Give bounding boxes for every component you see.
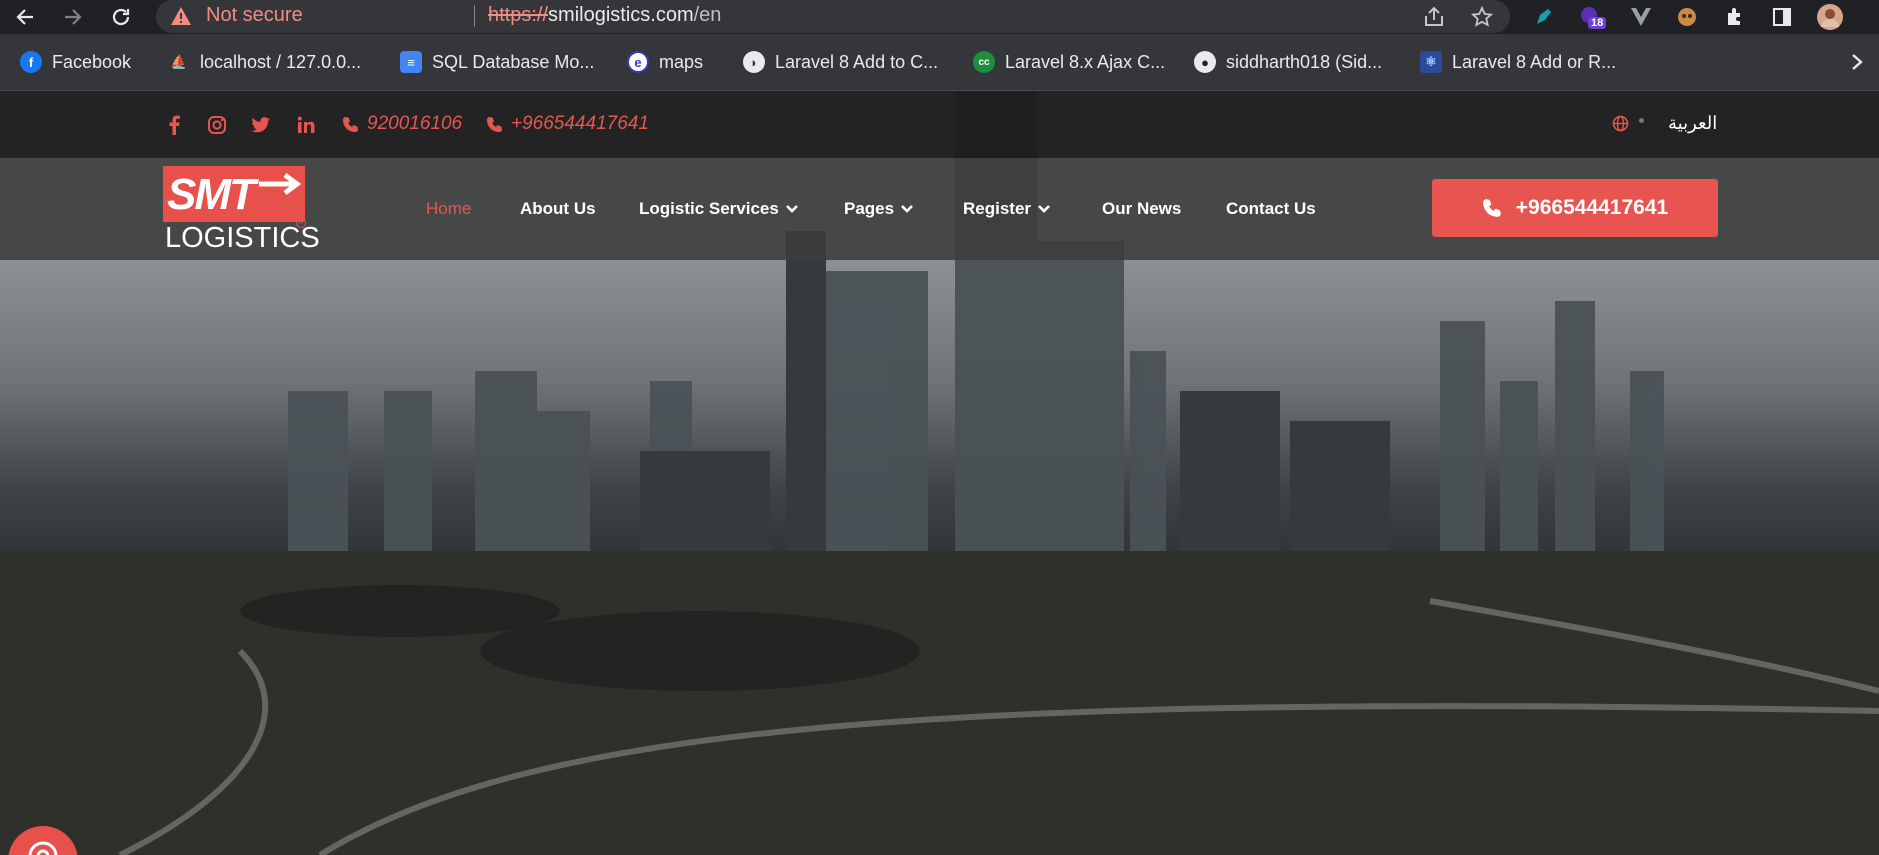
extension-badge: 18	[1588, 17, 1607, 29]
language-switcher[interactable]: العربية	[1612, 113, 1717, 134]
phone-icon	[487, 116, 502, 132]
logo-wordmark: LOGISTICS	[165, 222, 320, 254]
extension-monkey-icon[interactable]	[1673, 3, 1701, 31]
phone-icon	[343, 116, 358, 132]
nav-label: About Us	[520, 199, 596, 218]
url-host: smilogistics.com	[548, 4, 694, 26]
extension-cat-icon[interactable]: 18	[1576, 3, 1607, 31]
phone-icon	[1482, 199, 1501, 217]
chevron-down-icon	[785, 205, 798, 213]
profile-avatar[interactable]	[1816, 3, 1844, 31]
phone-number-text: 920016106	[367, 113, 463, 134]
bookmark-facebook[interactable]: f Facebook	[20, 48, 131, 76]
linkedin-social-link[interactable]	[296, 115, 316, 135]
bookmark-laravel-add-remove[interactable]: ⚛ Laravel 8 Add or R...	[1420, 48, 1616, 76]
phone-link-2[interactable]: +966544417641	[486, 113, 649, 135]
nav-contact-us[interactable]: Contact Us	[1226, 199, 1316, 219]
bookmark-label: siddharth018 (Sid...	[1226, 51, 1383, 72]
cc-icon: cc	[973, 51, 995, 73]
bookmarks-bar: f Facebook ⛵ localhost / 127.0.0... ≡ SQ…	[0, 34, 1879, 91]
extension-pen-icon[interactable]	[1530, 3, 1558, 31]
language-label: العربية	[1668, 113, 1718, 133]
share-icon[interactable]	[1422, 5, 1446, 29]
nav-register[interactable]: Register	[963, 199, 1051, 219]
site-topbar: 920016106 +966544417641 العربية	[0, 91, 1879, 158]
back-arrow-icon	[16, 9, 33, 25]
browser-toolbar: Not secure https://smilogistics.com/en 1…	[0, 0, 1879, 34]
side-panel-icon[interactable]	[1768, 3, 1796, 31]
react-icon: ⚛	[1420, 51, 1442, 73]
forward-arrow-icon	[65, 9, 82, 25]
maps-icon: e	[627, 51, 649, 73]
bookmark-maps[interactable]: e maps	[627, 48, 703, 76]
bookmarks-overflow-button[interactable]	[1850, 48, 1864, 76]
reload-button[interactable]	[106, 3, 136, 31]
github-icon: ●	[1194, 51, 1216, 73]
url-path: /en	[693, 4, 722, 26]
logo-mark: SMT	[167, 170, 256, 219]
nav-logistic-services[interactable]: Logistic Services	[639, 199, 799, 219]
twitter-icon	[251, 117, 270, 133]
call-phone-button[interactable]: +966544417641	[1432, 179, 1718, 237]
globe-icon	[1612, 115, 1629, 132]
nav-label: Register	[963, 199, 1032, 218]
instagram-icon	[208, 116, 226, 134]
language-dot-icon	[1639, 118, 1644, 123]
site-navbar: SMT LOGISTICS R Home About Us Logistic S…	[0, 158, 1879, 260]
call-phone-label: +966544417641	[1515, 196, 1669, 219]
bookmark-label: Laravel 8.x Ajax C...	[1005, 51, 1166, 72]
bookmark-label: maps	[659, 51, 704, 72]
bookmark-github[interactable]: ● siddharth018 (Sid...	[1194, 48, 1382, 76]
phone-link-1[interactable]: 920016106	[342, 113, 462, 135]
bookmark-label: localhost / 127.0.0...	[200, 51, 362, 72]
bookmark-sql-database[interactable]: ≡ SQL Database Mo...	[400, 48, 594, 76]
extensions-puzzle-icon[interactable]	[1721, 3, 1749, 31]
facebook-icon	[169, 115, 180, 135]
phpmyadmin-icon: ⛵	[170, 54, 188, 69]
chevron-down-icon	[901, 205, 914, 213]
bookmark-localhost[interactable]: ⛵ localhost / 127.0.0...	[168, 48, 361, 76]
security-status[interactable]: Not secure	[206, 4, 303, 27]
nav-label: Pages	[844, 199, 895, 218]
site-icon: ◗	[743, 51, 765, 73]
logo-arrow-icon	[259, 173, 302, 195]
reload-icon	[112, 8, 130, 26]
extension-vue-icon[interactable]	[1627, 3, 1655, 31]
website-viewport: 920016106 +966544417641 العربية SMT LOGI…	[0, 91, 1879, 855]
warning-icon	[171, 7, 191, 25]
omnibox-divider	[474, 5, 475, 27]
address-bar[interactable]: Not secure https://smilogistics.com/en	[156, 0, 1510, 33]
site-logo[interactable]: SMT LOGISTICS R	[163, 166, 320, 254]
nav-label: Our News	[1102, 199, 1182, 218]
bookmark-label: Facebook	[52, 51, 132, 72]
nav-label: Contact Us	[1226, 199, 1316, 218]
nav-label: Logistic Services	[639, 199, 779, 218]
chevron-right-icon	[1852, 54, 1863, 70]
bookmark-label: Laravel 8 Add or R...	[1452, 51, 1617, 72]
forward-button[interactable]	[58, 3, 88, 31]
bookmark-laravel-add-cart[interactable]: ◗ Laravel 8 Add to C...	[743, 48, 938, 76]
logo-registered-mark: R	[296, 218, 306, 228]
nav-home[interactable]: Home	[426, 199, 471, 219]
nav-label: Home	[426, 199, 472, 218]
twitter-social-link[interactable]	[251, 115, 271, 135]
nav-our-news[interactable]: Our News	[1102, 199, 1181, 219]
bookmark-star-icon[interactable]	[1470, 5, 1494, 29]
lifebuoy-icon	[28, 841, 58, 855]
bookmark-label: SQL Database Mo...	[432, 51, 595, 72]
chevron-down-icon	[1038, 205, 1050, 213]
instagram-social-link[interactable]	[207, 115, 227, 135]
linkedin-icon	[297, 116, 315, 133]
nav-about-us[interactable]: About Us	[520, 199, 596, 219]
bookmark-laravel-ajax[interactable]: cc Laravel 8.x Ajax C...	[973, 48, 1165, 76]
facebook-icon: f	[20, 51, 42, 73]
nav-pages[interactable]: Pages	[844, 199, 914, 219]
back-button[interactable]	[10, 3, 40, 31]
phone-number-text: +966544417641	[511, 113, 649, 134]
url-text[interactable]: https://smilogistics.com/en	[488, 4, 721, 27]
bookmark-label: Laravel 8 Add to C...	[775, 51, 939, 72]
database-icon: ≡	[400, 51, 422, 73]
url-scheme: https://	[488, 4, 549, 26]
facebook-social-link[interactable]	[164, 115, 184, 135]
